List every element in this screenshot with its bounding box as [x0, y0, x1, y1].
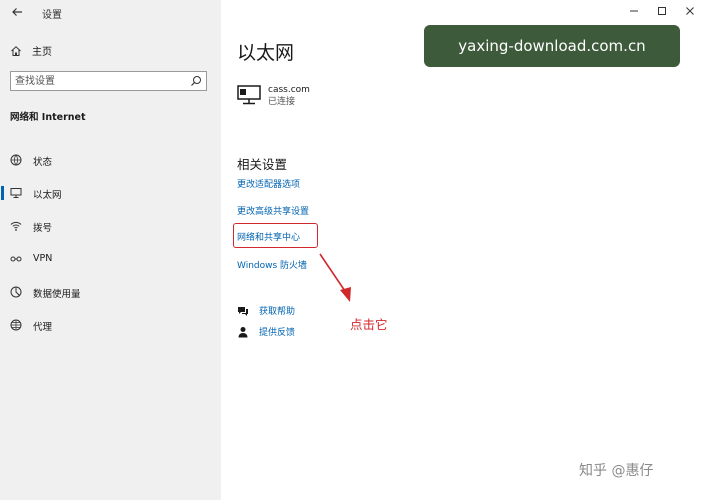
- minimize-icon: [630, 10, 638, 12]
- network-entry[interactable]: cass.com 已连接: [237, 84, 310, 108]
- minimize-button[interactable]: [620, 0, 648, 22]
- change-adapter-options-link[interactable]: 更改适配器选项: [237, 177, 300, 190]
- proxy-globe-icon: [10, 319, 22, 331]
- give-feedback-row[interactable]: 提供反馈: [237, 325, 295, 338]
- windows-firewall-link[interactable]: Windows 防火墙: [237, 258, 307, 271]
- back-arrow-icon: [12, 8, 22, 16]
- related-settings-heading: 相关设置: [237, 157, 288, 172]
- home-icon: [11, 45, 21, 56]
- home-label: 主页: [32, 47, 52, 58]
- sidebar-item-label: VPN: [33, 253, 53, 264]
- feedback-person-icon: [238, 326, 248, 337]
- annotation-arrow: [319, 253, 351, 302]
- sidebar-item-label: 代理: [33, 322, 53, 333]
- sidebar-nav-list: 状态 以太网 拨号 VPN 数据使用量 代理: [0, 143, 221, 341]
- sidebar-item-vpn[interactable]: VPN: [0, 242, 221, 275]
- watermark-banner: yaxing-download.com.cn: [424, 25, 680, 67]
- help-chat-icon: [238, 306, 248, 316]
- title-bar: 设置: [0, 0, 221, 24]
- sidebar-item-label: 以太网: [33, 190, 62, 201]
- sidebar-item-proxy[interactable]: 代理: [0, 308, 221, 341]
- credit-watermark: 知乎 @惠仔: [579, 463, 654, 479]
- maximize-icon: [658, 7, 666, 15]
- change-advanced-sharing-link[interactable]: 更改高级共享设置: [237, 204, 309, 217]
- home-nav-item[interactable]: 主页: [10, 43, 52, 58]
- network-texts: cass.com 已连接: [268, 84, 310, 108]
- globe-status-icon: [10, 154, 22, 166]
- network-name: cass.com: [268, 85, 310, 95]
- sidebar-item-ethernet[interactable]: 以太网: [0, 176, 221, 209]
- sidebar-item-dialup[interactable]: 拨号: [0, 209, 221, 242]
- page-title: 以太网: [237, 42, 295, 64]
- get-help-label: 获取帮助: [259, 307, 296, 317]
- app-title: 设置: [42, 10, 62, 21]
- close-button[interactable]: [676, 0, 704, 22]
- sidebar-item-label: 拨号: [33, 223, 53, 234]
- maximize-button[interactable]: [648, 0, 676, 22]
- window-controls: [620, 0, 704, 22]
- sidebar-item-data-usage[interactable]: 数据使用量: [0, 275, 221, 308]
- sidebar-item-label: 数据使用量: [33, 289, 81, 300]
- selection-indicator: [1, 186, 4, 200]
- data-usage-icon: [10, 286, 22, 298]
- sidebar: 设置 主页 网络和 Internet: [0, 0, 221, 500]
- back-button[interactable]: [8, 4, 26, 20]
- ethernet-icon: [10, 187, 22, 199]
- get-help-row[interactable]: 获取帮助: [237, 304, 295, 317]
- close-icon: [686, 7, 694, 15]
- vpn-icon: [10, 253, 22, 265]
- search-box[interactable]: [10, 71, 207, 91]
- main-content: 以太网 yaxing-download.com.cn cass.com 已连接 …: [221, 0, 704, 500]
- ethernet-monitor-icon: [237, 85, 261, 105]
- search-icon[interactable]: [190, 75, 202, 87]
- network-status: 已连接: [268, 97, 296, 107]
- highlight-box: [233, 223, 318, 248]
- settings-window: 设置 主页 网络和 Internet: [0, 0, 704, 500]
- sidebar-item-status[interactable]: 状态: [0, 143, 221, 176]
- annotation-text: 点击它: [350, 317, 388, 332]
- sidebar-section-heading: 网络和 Internet: [10, 112, 86, 123]
- dialup-icon: [10, 220, 22, 232]
- search-input[interactable]: [11, 72, 185, 90]
- give-feedback-label: 提供反馈: [259, 328, 296, 338]
- sidebar-item-label: 状态: [33, 157, 53, 168]
